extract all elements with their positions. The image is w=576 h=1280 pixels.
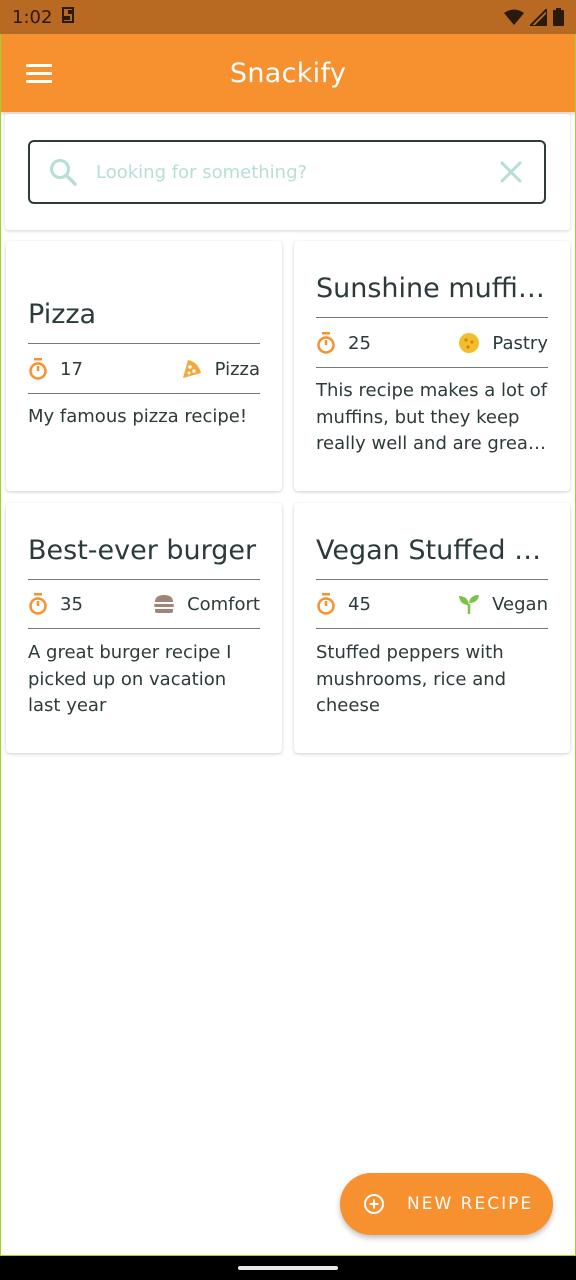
app-title: Snackify: [229, 57, 347, 89]
divider: [316, 628, 548, 629]
new-recipe-label: NEW RECIPE: [407, 1194, 534, 1214]
signal-icon: [530, 8, 547, 26]
wifi-icon: [504, 9, 524, 25]
recipe-card[interactable]: Pizza 17 Pizza My famous pizza recipe!: [6, 241, 282, 491]
system-nav-bar: [0, 1256, 576, 1280]
divider: [316, 317, 548, 318]
recipe-title: Sunshine muffins: [316, 273, 548, 304]
new-recipe-button[interactable]: NEW RECIPE: [340, 1173, 553, 1235]
notification-icon: [60, 6, 76, 28]
timer-icon: [29, 358, 47, 380]
burger-icon: [154, 595, 175, 613]
divider: [28, 579, 260, 580]
frame-border: [0, 34, 1, 1256]
recipe-time: 25: [348, 332, 371, 354]
recipe-title: Vegan Stuffed Peppers: [316, 535, 548, 566]
timer-icon: [317, 593, 335, 615]
add-circle-icon: [364, 1194, 384, 1214]
recipe-meta: 17 Pizza: [28, 354, 260, 384]
recipe-category-label: Pizza: [214, 358, 260, 380]
search-icon: [50, 159, 77, 186]
battery-icon: [553, 8, 564, 26]
recipe-description: This recipe makes a lot of muffins, but …: [316, 380, 548, 454]
recipe-category: Pastry: [458, 332, 548, 354]
recipe-card[interactable]: Vegan Stuffed Peppers 45 Vegan Stuffed p…: [294, 503, 570, 753]
recipe-title: Best-ever burger: [28, 535, 257, 566]
search-panel: [5, 114, 570, 230]
status-time: 1:02: [12, 6, 53, 28]
search-box[interactable]: [28, 140, 546, 204]
recipe-description: Stuffed peppers with mushrooms, rice and…: [316, 642, 507, 716]
timer-icon: [29, 593, 47, 615]
pizza-icon: [182, 360, 201, 378]
status-icons: [504, 8, 564, 26]
recipe-time: 17: [60, 358, 83, 380]
close-icon[interactable]: [498, 159, 524, 185]
recipe-card[interactable]: Sunshine muffins 25 Pastry This recipe m…: [294, 241, 570, 491]
recipe-title: Pizza: [28, 299, 97, 330]
timer-icon: [317, 332, 335, 354]
divider: [28, 628, 260, 629]
recipe-category: Vegan: [458, 593, 548, 615]
recipe-time: 35: [60, 593, 83, 615]
recipe-category-label: Pastry: [492, 332, 548, 354]
recipe-meta: 35 Comfort: [28, 589, 260, 619]
cookie-icon: [459, 333, 480, 353]
sprout-icon: [459, 595, 480, 614]
recipe-card[interactable]: Best-ever burger 35 Comfort A great burg…: [6, 503, 282, 753]
recipe-description: My famous pizza recipe!: [28, 406, 248, 427]
search-input[interactable]: [94, 160, 498, 184]
recipe-category-label: Vegan: [492, 593, 548, 615]
recipe-category: Comfort: [153, 593, 260, 615]
recipe-meta: 45 Vegan: [316, 589, 548, 619]
menu-icon[interactable]: [26, 64, 52, 84]
recipe-category-label: Comfort: [187, 593, 260, 615]
divider: [28, 393, 260, 394]
app-bar: Snackify: [0, 34, 576, 112]
home-handle[interactable]: [238, 1266, 338, 1270]
recipe-meta: 25 Pastry: [316, 328, 548, 358]
divider: [316, 367, 548, 368]
divider: [316, 579, 548, 580]
recipe-category: Pizza: [181, 358, 260, 380]
recipe-time: 45: [348, 593, 371, 615]
divider: [28, 343, 260, 344]
recipe-description: A great burger recipe I picked up on vac…: [28, 642, 232, 716]
status-bar: 1:02: [0, 0, 576, 34]
